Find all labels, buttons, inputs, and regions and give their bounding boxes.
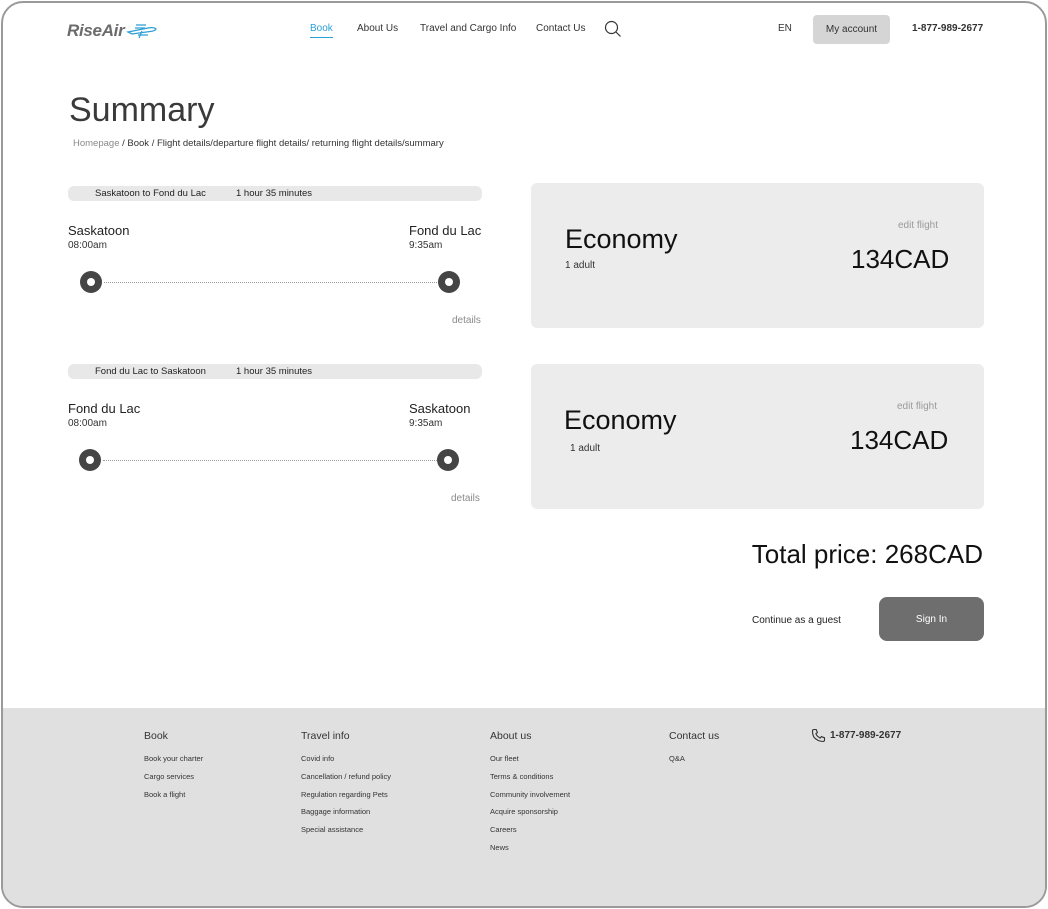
departure-time: 08:00am (68, 240, 107, 251)
edit-flight-link[interactable]: edit flight (897, 401, 937, 412)
airplane-icon (126, 24, 158, 39)
fare-class: Economy (565, 224, 678, 254)
search-icon[interactable] (604, 20, 622, 38)
nav-contact-us[interactable]: Contact Us (536, 23, 585, 34)
footer-link[interactable]: Book a flight (144, 790, 203, 808)
footer-link[interactable]: Baggage information (301, 807, 391, 825)
my-account-button[interactable]: My account (813, 15, 890, 44)
segment-route: Fond du Lac to Saskatoon (95, 366, 206, 377)
passenger-count: 1 adult (565, 260, 596, 271)
details-link[interactable]: details (452, 315, 481, 326)
footer-link[interactable]: Covid info (301, 754, 391, 772)
breadcrumb-path: / Book / Flight details/departure flight… (119, 138, 444, 149)
continue-as-guest-link[interactable]: Continue as a guest (752, 615, 841, 626)
fare-class: Economy (564, 405, 677, 435)
footer-link[interactable]: Community involvement (490, 790, 570, 808)
edit-flight-link[interactable]: edit flight (898, 220, 938, 231)
page-title: Summary (69, 91, 215, 129)
fare-card-departure: Economy 1 adult edit flight 134CAD (531, 183, 984, 328)
nav-about-us[interactable]: About Us (357, 23, 398, 34)
footer-heading: Contact us (669, 730, 720, 742)
nav-travel-cargo-info[interactable]: Travel and Cargo Info (420, 23, 516, 34)
footer-link[interactable]: Cargo services (144, 772, 203, 790)
destination-node-icon (438, 271, 460, 293)
language-selector[interactable]: EN (778, 23, 792, 34)
footer-link[interactable]: Special assistance (301, 825, 391, 843)
footer-link[interactable]: Q&A (669, 754, 719, 772)
details-link[interactable]: details (451, 493, 480, 504)
arrival-time: 9:35am (409, 240, 443, 251)
departure-time: 08:00am (68, 418, 107, 429)
footer-col-contact-us: Contact us Q&A (669, 730, 719, 772)
total-price: Total price: 268CAD (751, 539, 983, 569)
arrival-time: 9:35am (409, 418, 443, 429)
destination-city: Saskatoon (409, 401, 471, 416)
footer-link[interactable]: Acquire sponsorship (490, 807, 570, 825)
nav-book[interactable]: Book (310, 23, 333, 38)
fare-price: 134CAD (851, 244, 950, 274)
logo-text: RiseAir (67, 21, 125, 40)
destination-city: Fond du Lac (409, 223, 482, 238)
footer-link[interactable]: Our fleet (490, 754, 570, 772)
segment-route: Saskatoon to Fond du Lac (95, 188, 206, 199)
footer-col-book: Book Book your charter Cargo services Bo… (144, 730, 203, 807)
footer-heading: About us (490, 730, 532, 742)
footer: Book Book your charter Cargo services Bo… (3, 708, 1045, 906)
segment-duration: 1 hour 35 minutes (236, 366, 313, 377)
fare-card-return: Economy 1 adult edit flight 134CAD (531, 364, 984, 509)
footer-link[interactable]: Cancellation / refund policy (301, 772, 391, 790)
breadcrumb: Homepage / Book / Flight details/departu… (73, 138, 444, 149)
segment-header-departure: Saskatoon to Fond du Lac 1 hour 35 minut… (68, 186, 482, 201)
header-phone[interactable]: 1-877-989-2677 (912, 23, 983, 34)
footer-link[interactable]: Careers (490, 825, 570, 843)
sign-in-button[interactable]: Sign In (879, 597, 984, 641)
route-line (104, 282, 437, 283)
logo[interactable]: RiseAir (67, 19, 158, 43)
footer-col-travel-info: Travel info Covid info Cancellation / re… (301, 730, 391, 843)
segment-header-return: Fond du Lac to Saskatoon 1 hour 35 minut… (68, 364, 482, 379)
footer-link[interactable]: Regulation regarding Pets (301, 790, 391, 808)
footer-heading: Travel info (301, 730, 350, 742)
origin-node-icon (79, 449, 101, 471)
footer-phone-number: 1-877-989-2677 (830, 730, 902, 741)
breadcrumb-home[interactable]: Homepage (73, 138, 119, 149)
footer-link[interactable]: Book your charter (144, 754, 203, 772)
destination-node-icon (437, 449, 459, 471)
fare-price: 134CAD (850, 425, 949, 455)
footer-heading: Book (144, 730, 168, 742)
origin-city: Fond du Lac (68, 401, 141, 416)
browser-frame: RiseAir Book About Us Travel and Cargo I… (1, 1, 1047, 908)
footer-link[interactable]: News (490, 843, 570, 861)
phone-icon (811, 728, 826, 743)
footer-col-about-us: About us Our fleet Terms & conditions Co… (490, 730, 570, 861)
footer-phone[interactable]: 1-877-989-2677 (811, 728, 901, 743)
origin-city: Saskatoon (68, 223, 130, 238)
segment-duration: 1 hour 35 minutes (236, 188, 313, 199)
route-line (103, 460, 437, 461)
passenger-count: 1 adult (570, 443, 601, 454)
origin-node-icon (80, 271, 102, 293)
footer-link[interactable]: Terms & conditions (490, 772, 570, 790)
